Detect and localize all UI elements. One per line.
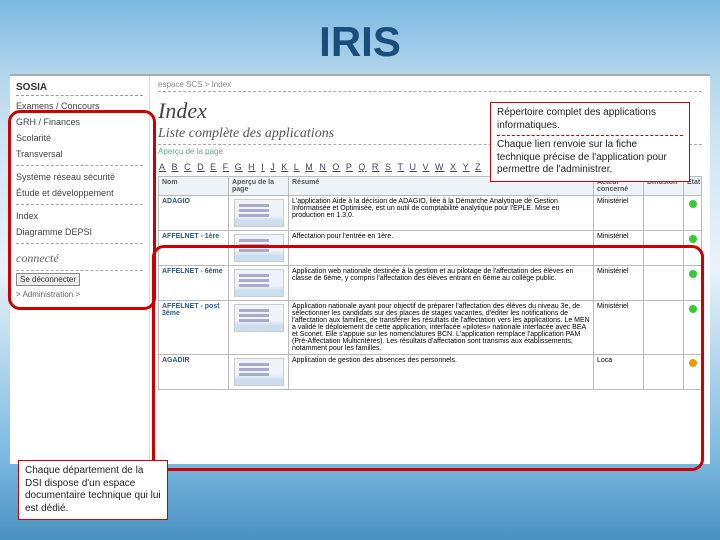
status-dot-icon	[689, 305, 697, 313]
sidebar-item-4[interactable]: Système réseau sécurité	[16, 169, 143, 185]
sidebar: SOSIA Examens / Concours GRH / Finances …	[10, 76, 150, 464]
alpha-g[interactable]: G	[235, 162, 243, 172]
app-name-link[interactable]: AFFELNET - 1ère	[159, 231, 229, 266]
sidebar-item-5[interactable]: Étude et développement	[16, 185, 143, 201]
sidebar-status: connecté	[16, 247, 143, 271]
alpha-f[interactable]: F	[223, 162, 230, 172]
callout-top: Répertoire complet des applications info…	[490, 102, 690, 182]
alpha-e[interactable]: E	[210, 162, 217, 172]
alpha-c[interactable]: C	[184, 162, 192, 172]
alpha-t[interactable]: T	[397, 162, 404, 172]
app-etat	[684, 266, 702, 301]
status-dot-icon	[689, 270, 697, 278]
alpha-x[interactable]: X	[450, 162, 457, 172]
alpha-v[interactable]: V	[423, 162, 430, 172]
app-resume: Affectation pour l'entrée en 1ère.	[289, 231, 594, 266]
alpha-l[interactable]: L	[294, 162, 300, 172]
app-thumb-cell	[229, 355, 289, 390]
alpha-r[interactable]: R	[372, 162, 380, 172]
alpha-z[interactable]: Z	[475, 162, 482, 172]
app-diffusion	[644, 355, 684, 390]
status-dot-icon	[689, 200, 697, 208]
table-row: AGADIR Application de gestion des absence…	[159, 355, 702, 390]
app-resume: Application de gestion des absences des …	[289, 355, 594, 390]
app-diffusion	[644, 231, 684, 266]
app-thumb	[234, 358, 284, 386]
alpha-p[interactable]: P	[346, 162, 353, 172]
app-diffusion	[644, 301, 684, 355]
alpha-n[interactable]: N	[319, 162, 327, 172]
apps-table: Nom Aperçu de la page Résumé Acteur conc…	[158, 176, 702, 390]
app-thumb-cell	[229, 266, 289, 301]
app-thumb	[234, 234, 284, 262]
callout-top-line1: Répertoire complet des applications info…	[497, 107, 683, 132]
alpha-b[interactable]: B	[172, 162, 179, 172]
app-name-link[interactable]: ADAGIO	[159, 196, 229, 231]
app-thumb-cell	[229, 231, 289, 266]
sidebar-item-3[interactable]: Transversal	[16, 146, 143, 162]
app-thumb	[234, 199, 284, 227]
callout-bottom: Chaque département de la DSI dispose d'u…	[18, 460, 168, 520]
sidebar-admin-link[interactable]: > Administration >	[16, 288, 143, 299]
alpha-y[interactable]: Y	[463, 162, 470, 172]
col-nom[interactable]: Nom	[159, 177, 229, 196]
app-thumb	[234, 269, 284, 297]
alpha-a[interactable]: A	[159, 162, 166, 172]
app-thumb	[234, 304, 284, 332]
alpha-s[interactable]: S	[385, 162, 392, 172]
app-acteur: Loca	[594, 355, 644, 390]
callout-top-line2: Chaque lien renvoie sur la fiche techniq…	[497, 139, 683, 177]
status-dot-icon	[689, 235, 697, 243]
sidebar-header: SOSIA	[16, 80, 143, 96]
sidebar-item-index[interactable]: Index	[16, 208, 143, 224]
sidebar-item-1[interactable]: GRH / Finances	[16, 114, 143, 130]
breadcrumb: espace SCS > Index	[158, 80, 702, 92]
app-acteur: Ministériel	[594, 231, 644, 266]
alpha-o[interactable]: O	[332, 162, 340, 172]
alpha-u[interactable]: U	[409, 162, 417, 172]
alpha-w[interactable]: W	[435, 162, 445, 172]
app-etat	[684, 301, 702, 355]
app-acteur: Ministériel	[594, 301, 644, 355]
alpha-k[interactable]: K	[281, 162, 288, 172]
col-apercu[interactable]: Aperçu de la page	[229, 177, 289, 196]
logout-button[interactable]: Se déconnecter	[16, 273, 80, 286]
app-resume: Application web nationale destinée à la …	[289, 266, 594, 301]
app-acteur: Ministériel	[594, 266, 644, 301]
table-row: AFFELNET - post 3ème Application national…	[159, 301, 702, 355]
alpha-m[interactable]: M	[305, 162, 314, 172]
app-etat	[684, 355, 702, 390]
app-name-link[interactable]: AFFELNET - post 3ème	[159, 301, 229, 355]
table-row: ADAGIO L'application Aide à la décision d…	[159, 196, 702, 231]
alpha-d[interactable]: D	[197, 162, 205, 172]
app-resume: Application nationale ayant pour objecti…	[289, 301, 594, 355]
sidebar-item-diagramme[interactable]: Diagramme DEPSI	[16, 224, 143, 240]
app-resume: L'application Aide à la décision de ADAG…	[289, 196, 594, 231]
app-etat	[684, 196, 702, 231]
app-diffusion	[644, 266, 684, 301]
alpha-i[interactable]: I	[261, 162, 265, 172]
status-dot-icon	[689, 359, 697, 367]
alpha-h[interactable]: H	[248, 162, 256, 172]
sidebar-item-2[interactable]: Scolarité	[16, 130, 143, 146]
app-diffusion	[644, 196, 684, 231]
table-row: AFFELNET - 1ère Affectation pour l'entrée…	[159, 231, 702, 266]
sidebar-item-0[interactable]: Examens / Concours	[16, 98, 143, 114]
app-thumb-cell	[229, 196, 289, 231]
app-thumb-cell	[229, 301, 289, 355]
alpha-q[interactable]: Q	[358, 162, 366, 172]
page-title: IRIS	[0, 0, 720, 74]
app-name-link[interactable]: AFFELNET - 6ème	[159, 266, 229, 301]
app-name-link[interactable]: AGADIR	[159, 355, 229, 390]
table-row: AFFELNET - 6ème Application web nationale…	[159, 266, 702, 301]
app-acteur: Ministériel	[594, 196, 644, 231]
alpha-j[interactable]: J	[270, 162, 276, 172]
app-etat	[684, 231, 702, 266]
